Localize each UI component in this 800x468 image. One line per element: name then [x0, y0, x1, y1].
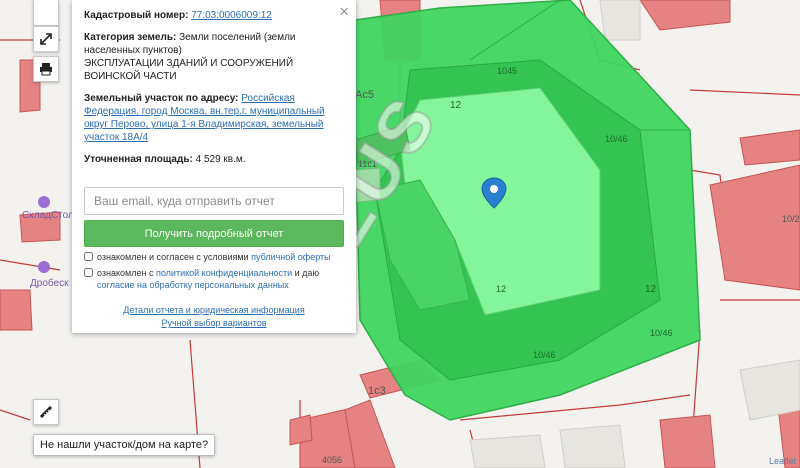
building-label: Ас5: [355, 89, 374, 101]
public-offer-link[interactable]: публичной оферты: [251, 252, 331, 262]
category-label: Категория земель:: [84, 32, 177, 43]
privacy-policy-link[interactable]: политикой конфиденциальности: [156, 268, 292, 278]
parcel-label: 10/46: [650, 328, 673, 338]
parcel-label: 10/46: [533, 350, 556, 360]
privacy-consent-row: ознакомлен с политикой конфиденциальност…: [84, 267, 344, 291]
poi-label: Дробеск: [30, 278, 69, 289]
print-button[interactable]: [33, 56, 59, 82]
get-report-button[interactable]: Получить подробный отчет: [84, 220, 344, 247]
privacy-consent-mid: и даю: [294, 268, 320, 278]
ruler-icon: [39, 405, 53, 419]
poi-icon[interactable]: [38, 196, 50, 208]
privacy-consent-checkbox[interactable]: [84, 268, 93, 277]
print-icon: [40, 63, 52, 76]
privacy-consent-text: ознакомлен с: [97, 268, 154, 278]
parcel-label: 1045: [497, 66, 517, 76]
not-found-button[interactable]: Не нашли участок/дом на карте?: [33, 434, 216, 456]
measure-button[interactable]: [33, 399, 59, 425]
cadastral-field: Кадастровый номер: 77:03:0006009:12: [84, 9, 344, 22]
poi-icon[interactable]: [38, 261, 50, 273]
parcel-label: 12: [450, 100, 462, 111]
parcel-label: 10/46: [605, 134, 628, 144]
building-label: 4056: [322, 455, 342, 465]
offer-consent-text: ознакомлен и согласен с условиями: [97, 252, 249, 262]
poi-label: СкладСтол: [22, 210, 74, 221]
use-value: ЭКСПЛУАТАЦИИ ЗДАНИЙ И СООРУЖЕНИЙ ВОИНСКО…: [84, 58, 294, 82]
parcel-info-panel: × Кадастровый номер: 77:03:0006009:12 Ка…: [72, 0, 356, 333]
category-field: Категория земель: Земли поселений (земли…: [84, 31, 344, 83]
building-label: 1с3: [368, 385, 386, 397]
area-label: Уточненная площадь:: [84, 154, 193, 165]
layers-button[interactable]: [33, 0, 59, 26]
expand-icon: [40, 33, 52, 45]
email-input[interactable]: [84, 187, 344, 215]
offer-consent-checkbox[interactable]: [84, 252, 93, 261]
leaflet-attribution[interactable]: Leaflet: [769, 456, 796, 466]
personal-data-consent-link[interactable]: согласие на обработку персональных данны…: [97, 280, 289, 290]
area-field: Уточненная площадь: 4 529 кв.м.: [84, 153, 344, 166]
parcel-label: 12: [645, 284, 657, 295]
report-details-link[interactable]: Детали отчета и юридическая информация: [84, 304, 344, 317]
offer-consent-row: ознакомлен и согласен с условиями публич…: [84, 251, 344, 263]
fullscreen-button[interactable]: [33, 26, 59, 52]
panel-footer: Детали отчета и юридическая информация Р…: [84, 304, 344, 330]
close-icon[interactable]: ×: [339, 3, 349, 20]
area-value: 4 529 кв.м.: [195, 154, 246, 165]
address-label: Земельный участок по адресу:: [84, 93, 239, 104]
cadastral-number-link[interactable]: 77:03:0006009:12: [191, 10, 272, 21]
address-field: Земельный участок по адресу: Российская …: [84, 92, 344, 144]
cadastral-label: Кадастровый номер:: [84, 10, 189, 21]
building-label: 10/2: [782, 214, 800, 224]
manual-selection-link[interactable]: Ручной выбор вариантов: [84, 317, 344, 330]
parcel-label: 12: [496, 284, 506, 294]
